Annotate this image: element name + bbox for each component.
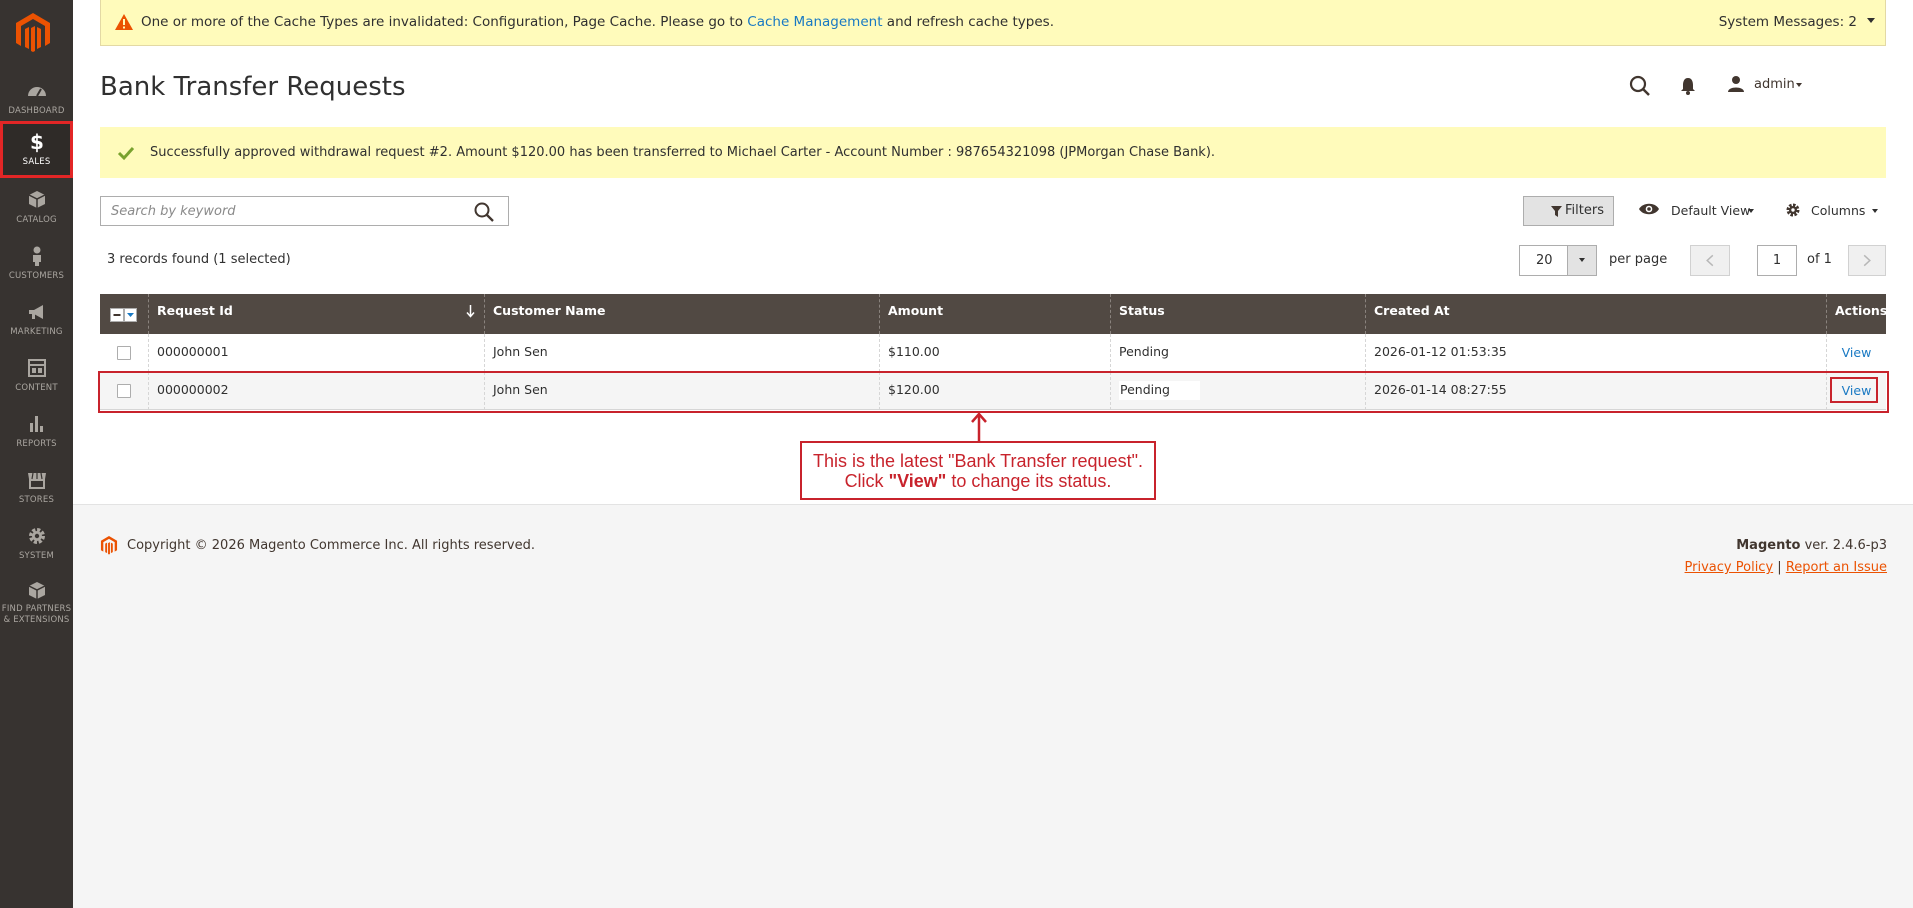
sidebar-item-customers[interactable]: CUSTOMERS — [0, 245, 73, 301]
column-header-amount[interactable]: Amount — [879, 294, 1110, 334]
copyright-text: Copyright © 2026 Magento Commerce Inc. A… — [127, 538, 535, 553]
gear-icon — [28, 528, 45, 544]
column-header-created-at[interactable]: Created At — [1365, 294, 1826, 334]
table-row[interactable]: 000000001 John Sen $110.00 Pending 2026-… — [100, 334, 1886, 372]
success-message-text: Successfully approved withdrawal request… — [150, 145, 1216, 160]
records-found-text: 3 records found (1 selected) — [107, 252, 291, 267]
gear-icon[interactable] — [1785, 202, 1801, 218]
check-icon — [117, 146, 135, 161]
sidebar-item-reports[interactable]: REPORTS — [0, 413, 73, 469]
highlight-view-link — [1830, 377, 1878, 403]
column-header-status[interactable]: Status — [1110, 294, 1365, 334]
search-icon[interactable] — [474, 202, 494, 222]
sidebar-item-find-partners[interactable]: FIND PARTNERS & EXTENSIONS — [0, 580, 73, 640]
sidebar-item-label: & EXTENSIONS — [3, 615, 70, 625]
sort-arrow-down-icon — [466, 305, 475, 318]
funnel-icon — [1551, 206, 1562, 217]
page-title: Bank Transfer Requests — [100, 72, 406, 102]
report-issue-link[interactable]: Report an Issue — [1786, 560, 1887, 575]
chevron-down-icon[interactable] — [1867, 18, 1875, 23]
request-id-cell: 000000001 — [148, 334, 484, 372]
bell-icon[interactable] — [1679, 76, 1697, 96]
previous-page-button[interactable] — [1690, 245, 1730, 276]
per-page-select[interactable]: 20 — [1519, 245, 1597, 276]
cache-management-link[interactable]: Cache Management — [747, 14, 882, 30]
page-number-input[interactable] — [1757, 245, 1797, 276]
chevron-down-icon[interactable] — [1872, 209, 1878, 213]
sidebar-item-content[interactable]: CONTENT — [0, 357, 73, 413]
sidebar-item-system[interactable]: SYSTEM — [0, 525, 73, 581]
svg-text:$: $ — [30, 131, 44, 153]
bar-chart-icon — [29, 416, 43, 432]
version-text: Magento ver. 2.4.6-p3 — [1736, 538, 1887, 553]
actions-cell: View — [1826, 334, 1886, 372]
sidebar-item-marketing[interactable]: MARKETING — [0, 301, 73, 357]
filters-button[interactable]: Filters — [1523, 196, 1614, 226]
system-message-text: One or more of the Cache Types are inval… — [141, 14, 1054, 30]
magento-logo-icon — [100, 536, 118, 555]
per-page-value: 20 — [1536, 253, 1553, 268]
keyword-search-box — [100, 196, 509, 226]
grid-header: Request Id Customer Name Amount Status C… — [100, 294, 1887, 334]
annotation-callout: This is the latest "Bank Transfer reques… — [800, 441, 1156, 500]
store-icon — [27, 472, 46, 489]
magento-logo-icon[interactable] — [14, 12, 52, 54]
box-icon — [28, 582, 45, 599]
page-footer — [73, 504, 1913, 908]
status-cell: Pending — [1110, 334, 1365, 372]
row-select-cell — [100, 334, 148, 372]
per-page-toggle[interactable] — [1567, 246, 1596, 275]
amount-cell: $110.00 — [879, 334, 1110, 372]
megaphone-icon — [28, 305, 43, 319]
mass-select-checkbox[interactable] — [110, 306, 138, 322]
column-header-customer-name[interactable]: Customer Name — [484, 294, 879, 334]
success-message: Successfully approved withdrawal request… — [100, 127, 1886, 178]
user-icon[interactable] — [1727, 75, 1745, 93]
filters-label: Filters — [1565, 203, 1604, 218]
created-at-cell: 2026-01-12 01:53:35 — [1365, 334, 1826, 372]
chevron-left-icon — [1706, 254, 1714, 267]
privacy-policy-link[interactable]: Privacy Policy — [1685, 560, 1774, 575]
page-count-text: of 1 — [1807, 252, 1832, 267]
highlight-latest-row — [98, 371, 1889, 413]
chevron-down-icon[interactable] — [1796, 83, 1802, 87]
warning-icon — [115, 14, 133, 30]
default-view-label[interactable]: Default View — [1671, 203, 1750, 218]
eye-icon[interactable] — [1638, 202, 1660, 216]
mass-select-column — [100, 294, 148, 334]
search-icon[interactable] — [1629, 75, 1651, 97]
chevron-down-icon — [1579, 258, 1585, 262]
layout-icon — [27, 359, 46, 377]
arrow-up-icon — [971, 412, 987, 442]
sidebar-item-stores[interactable]: STORES — [0, 469, 73, 525]
columns-label[interactable]: Columns — [1811, 203, 1865, 218]
annotation-line-2: Click "View" to change its status. — [844, 471, 1112, 491]
chevron-down-icon[interactable] — [1748, 209, 1754, 213]
footer-links: Privacy Policy | Report an Issue — [1684, 560, 1887, 575]
sidebar-item-sales[interactable]: $ SALES — [0, 121, 73, 178]
sidebar-item-catalog[interactable]: CATALOG — [0, 189, 73, 245]
customer-name-cell: John Sen — [484, 334, 879, 372]
chevron-right-icon — [1863, 254, 1871, 267]
dollar-icon: $ — [30, 131, 44, 153]
system-messages-bar: One or more of the Cache Types are inval… — [100, 0, 1886, 46]
system-messages-count[interactable]: System Messages: 2 — [1719, 14, 1857, 30]
view-link[interactable]: View — [1842, 345, 1872, 360]
admin-sidebar: DASHBOARD $ SALES CATALOG CUSTOMERS MARK… — [0, 0, 73, 908]
per-page-label: per page — [1609, 252, 1668, 267]
cube-icon — [28, 191, 45, 208]
sidebar-item-label: FIND PARTNERS — [1, 604, 72, 614]
person-icon — [32, 246, 41, 266]
row-checkbox[interactable] — [117, 346, 131, 360]
search-input[interactable] — [102, 198, 462, 224]
annotation-line-1: This is the latest "Bank Transfer reques… — [813, 451, 1143, 471]
column-header-request-id[interactable]: Request Id — [148, 294, 484, 334]
admin-user-name[interactable]: admin — [1754, 77, 1795, 92]
column-header-actions: Actions — [1826, 294, 1887, 334]
next-page-button[interactable] — [1848, 245, 1886, 276]
dashboard-icon — [27, 87, 46, 97]
